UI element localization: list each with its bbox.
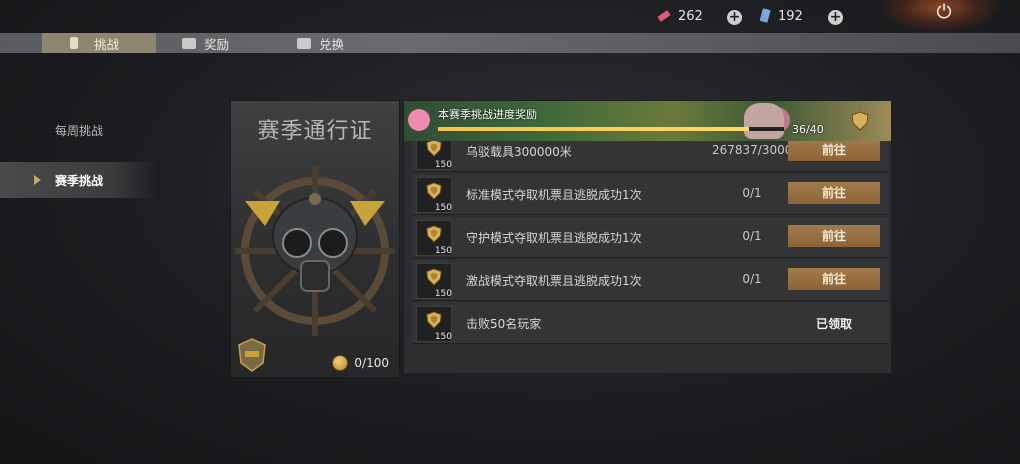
task-row: 150 守护模式夺取机票且逃脱成功1次 0/1 前往 xyxy=(412,217,889,258)
task-description: 击败50名玩家 xyxy=(466,317,542,331)
card-icon xyxy=(759,8,771,23)
season-progress-banner[interactable]: 本赛季挑战进度奖励 36/40 xyxy=(404,101,891,141)
flower-decoration xyxy=(408,109,430,131)
box-icon xyxy=(297,37,311,49)
shield-coin-icon xyxy=(426,268,442,286)
card-currency: 192 xyxy=(758,8,803,24)
task-description: 激战模式夺取机票且逃脱成功1次 xyxy=(466,274,642,288)
go-button[interactable]: 前往 xyxy=(788,225,880,247)
gasmask-emblem-icon xyxy=(235,166,395,336)
banner-progress-count: 36/40 xyxy=(792,123,824,136)
character-portrait xyxy=(744,103,784,139)
task-progress: 0/1 xyxy=(742,272,762,286)
reward-amount: 150 xyxy=(434,289,452,299)
challenge-panel: 150 乌驳载具300000米 267837/30000 前往 150 标准模式… xyxy=(403,100,892,374)
task-row: 150 标准模式夺取机票且逃脱成功1次 0/1 前往 xyxy=(412,174,889,215)
reward-icon-box: 150 xyxy=(416,263,452,299)
reward-amount: 150 xyxy=(434,203,452,213)
pass-progress-value: 0/100 xyxy=(354,356,389,370)
season-pass-card[interactable]: 赛季通行证 0/100 xyxy=(230,100,400,378)
ticket-currency: 262 xyxy=(656,8,703,24)
ticket-icon xyxy=(657,10,671,22)
claimed-label: 已领取 xyxy=(815,317,852,331)
tab-exchange[interactable]: 兑换 xyxy=(297,33,344,53)
shield-coin-icon xyxy=(426,182,442,200)
chevron-right-icon xyxy=(34,175,41,185)
tab-rewards[interactable]: 奖励 xyxy=(182,33,229,53)
sidenav-season-label: 赛季挑战 xyxy=(54,173,103,188)
ticket-value: 262 xyxy=(678,8,703,24)
task-progress: 267837/30000 xyxy=(712,143,801,157)
phone-icon xyxy=(70,37,78,49)
add-ticket-button[interactable]: + xyxy=(727,10,742,25)
reward-amount: 150 xyxy=(434,332,452,342)
add-card-button[interactable]: + xyxy=(828,10,843,25)
go-button[interactable]: 前往 xyxy=(788,139,880,161)
banner-title: 本赛季挑战进度奖励 xyxy=(438,108,537,121)
go-button[interactable]: 前往 xyxy=(788,182,880,204)
reward-amount: 150 xyxy=(434,160,452,170)
power-icon[interactable]: ⏻ xyxy=(934,2,954,22)
task-progress: 0/1 xyxy=(742,186,762,200)
rank-badge-icon xyxy=(238,338,266,372)
task-row: 150 击败50名玩家 已领取 xyxy=(412,303,889,344)
task-progress: 0/1 xyxy=(742,229,762,243)
tab-challenge[interactable]: 挑战 xyxy=(42,33,156,53)
sidenav-weekly-challenge[interactable]: 每周挑战 xyxy=(0,112,158,148)
shield-reward-icon xyxy=(851,111,869,131)
sidenav-season-challenge[interactable]: 赛季挑战 xyxy=(0,162,158,198)
reward-icon-box: 150 xyxy=(416,306,452,342)
tab-rewards-label: 奖励 xyxy=(204,36,230,52)
reward-icon-box: 150 xyxy=(416,177,452,213)
sidenav-weekly-label: 每周挑战 xyxy=(54,123,103,138)
tab-bar: 挑战 奖励 兑换 xyxy=(0,33,1020,53)
task-description: 守护模式夺取机票且逃脱成功1次 xyxy=(466,231,642,245)
task-description: 标准模式夺取机票且逃脱成功1次 xyxy=(466,188,642,202)
reward-icon-box: 150 xyxy=(416,220,452,256)
task-row: 150 激战模式夺取机票且逃脱成功1次 0/1 前往 xyxy=(412,260,889,301)
go-button[interactable]: 前往 xyxy=(788,268,880,290)
banner-progress-fill xyxy=(438,127,750,131)
task-description: 乌驳载具300000米 xyxy=(466,145,572,159)
pass-progress: 0/100 xyxy=(332,355,389,371)
pass-title: 赛季通行证 xyxy=(257,119,373,144)
tab-challenge-label: 挑战 xyxy=(94,36,120,52)
reward-amount: 150 xyxy=(434,246,452,256)
tab-exchange-label: 兑换 xyxy=(319,36,345,52)
shield-coin-icon xyxy=(426,311,442,329)
card-value: 192 xyxy=(778,8,803,24)
coin-icon xyxy=(332,355,349,371)
shield-coin-icon xyxy=(426,225,442,243)
banner-progress-bar xyxy=(438,127,784,131)
box-icon xyxy=(182,37,196,49)
shield-coin-icon xyxy=(426,139,442,157)
